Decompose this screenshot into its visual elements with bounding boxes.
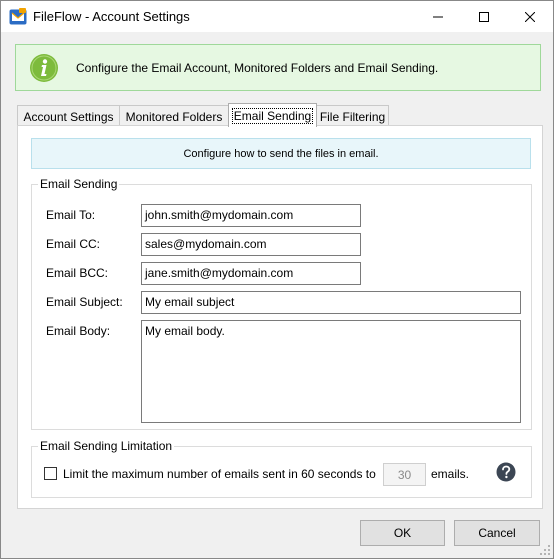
email-bcc-field[interactable]: jane.smith@mydomain.com (141, 262, 361, 285)
minimize-button[interactable] (415, 1, 461, 32)
email-body-label: Email Body: (46, 324, 111, 338)
limit-label: Limit the maximum number of emails sent … (63, 467, 376, 481)
resize-grip-icon[interactable] (539, 544, 551, 556)
ok-button[interactable]: OK (360, 520, 445, 546)
banner-text: Configure the Email Account, Monitored F… (76, 61, 439, 75)
limitation-group: Email Sending Limitation Limit the maxim… (31, 439, 532, 498)
close-icon (525, 11, 535, 22)
maximize-button[interactable] (461, 1, 507, 32)
email-cc-label: Email CC: (46, 237, 101, 251)
cancel-button[interactable]: Cancel (454, 520, 540, 546)
group-title: Email Sending Limitation (38, 439, 175, 453)
email-body-field[interactable]: My email body. (141, 320, 521, 423)
tab-email-sending[interactable]: Email Sending (228, 103, 317, 127)
minimize-icon (433, 16, 443, 17)
tab-account-settings[interactable]: Account Settings (17, 105, 120, 127)
tab-label: Account Settings (23, 109, 114, 124)
app-envelope-icon (9, 8, 27, 25)
info-icon (30, 54, 58, 82)
tab-label: Monitored Folders (125, 109, 223, 124)
tab-monitored-folders[interactable]: Monitored Folders (119, 105, 229, 127)
email-to-field[interactable]: john.smith@mydomain.com (141, 204, 361, 227)
help-icon[interactable] (496, 462, 516, 482)
email-sending-group: Email Sending Email To: john.smith@mydom… (31, 177, 532, 430)
limit-checkbox[interactable] (44, 467, 57, 480)
window-title: FileFlow - Account Settings (33, 9, 190, 24)
tab-file-filtering[interactable]: File Filtering (316, 105, 389, 127)
info-banner: Configure the Email Account, Monitored F… (15, 44, 541, 91)
email-to-label: Email To: (46, 208, 96, 222)
email-subject-label: Email Subject: (46, 295, 123, 309)
tab-label: File Filtering (319, 109, 386, 124)
title-bar: FileFlow - Account Settings (1, 1, 553, 32)
group-title: Email Sending (38, 177, 120, 191)
settings-window: FileFlow - Account Settings Configure th… (0, 0, 554, 559)
email-subject-field[interactable]: My email subject (141, 291, 521, 314)
tab-label: Email Sending (231, 107, 314, 124)
email-sending-panel: Configure how to send the files in email… (17, 125, 543, 509)
email-cc-field[interactable]: sales@mydomain.com (141, 233, 361, 256)
email-bcc-label: Email BCC: (46, 266, 109, 280)
close-button[interactable] (507, 1, 553, 32)
panel-info: Configure how to send the files in email… (31, 138, 531, 169)
limit-unit-label: emails. (431, 467, 470, 481)
maximize-icon (479, 11, 489, 22)
limit-count-input[interactable]: 30 (383, 463, 426, 486)
